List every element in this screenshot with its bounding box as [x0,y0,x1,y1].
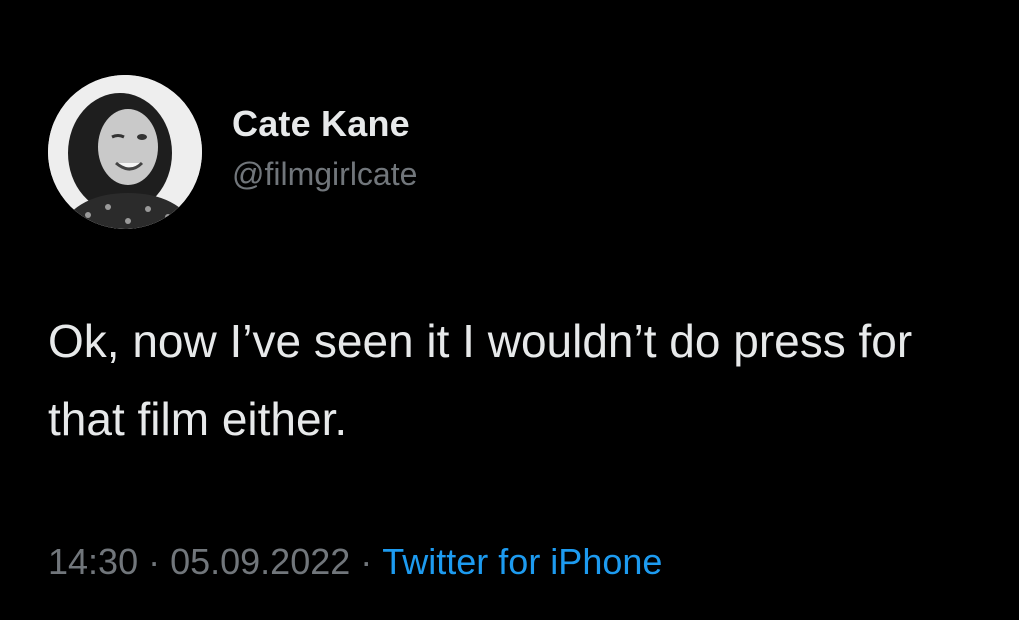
display-name[interactable]: Cate Kane [232,102,417,146]
tweet-time[interactable]: 14:30 [48,541,138,582]
tweet-source-link[interactable]: Twitter for iPhone [382,541,662,582]
meta-separator: · [360,541,373,582]
avatar-photo-icon [48,75,202,229]
author-names: Cate Kane @filmgirlcate [232,102,417,196]
tweet-text: Ok, now I’ve seen it I wouldn’t do press… [48,315,913,445]
tweet-card: Cate Kane @filmgirlcate Ok, now I’ve see… [0,0,1019,620]
tweet-meta: 14:30 · 05.09.2022 · Twitter for iPhone [48,540,662,584]
tweet-header: Cate Kane @filmgirlcate [48,75,417,229]
tweet-date[interactable]: 05.09.2022 [170,541,350,582]
avatar[interactable] [48,75,202,229]
user-handle[interactable]: @filmgirlcate [232,152,417,196]
meta-separator: · [148,541,161,582]
